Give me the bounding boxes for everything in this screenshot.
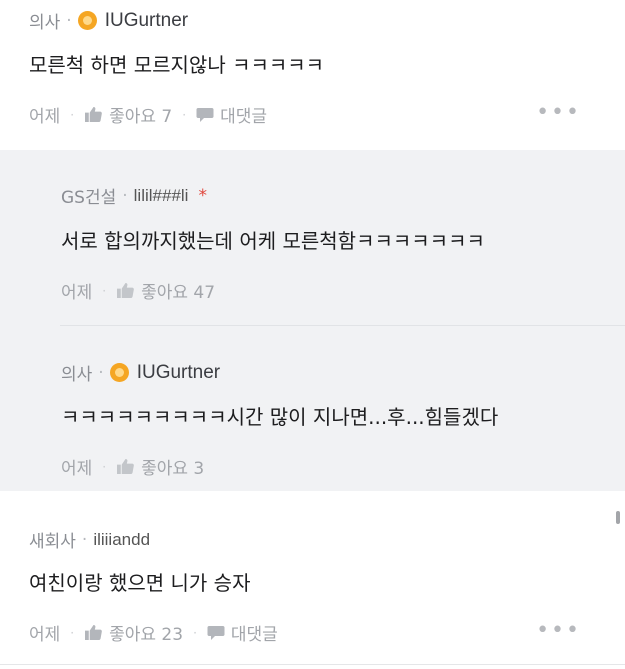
reply-time: 어제 (61, 283, 93, 303)
separator: · (98, 362, 104, 383)
like-count: 좋아요 3 (141, 459, 205, 479)
reply-actions: 어제 · 좋아요 3 (61, 454, 204, 479)
nickname[interactable]: IUGurtner (137, 362, 220, 384)
thumbs-up-icon (117, 282, 134, 299)
separator: · (102, 283, 107, 298)
company-name: 의사 (29, 13, 61, 33)
like-count: 좋아요 47 (141, 283, 216, 303)
company-name: GS건설 (61, 188, 117, 208)
reply-meta: 의사 · IUGurtner (61, 360, 220, 386)
like-button[interactable]: 좋아요 47 (116, 278, 215, 303)
separator: · (70, 107, 75, 122)
separator: · (70, 625, 75, 640)
thumbs-up-icon (85, 624, 102, 641)
separator: · (81, 529, 88, 550)
comment-time: 어제 (29, 107, 61, 127)
like-button[interactable]: 좋아요 7 (84, 102, 172, 127)
reply-actions: 어제 · 좋아요 47 (61, 278, 215, 303)
reply-button[interactable]: 대댓글 (196, 102, 267, 127)
nickname[interactable]: IUGurtner (105, 10, 188, 32)
comment-item: 새회사 · iliiiandd 여친이랑 했으면 니가 승자 어제 · 좋아요 … (0, 491, 625, 669)
like-count: 좋아요 7 (109, 107, 173, 127)
speech-bubble-icon (207, 625, 225, 640)
speech-bubble-icon (196, 107, 214, 122)
reply-label: 대댓글 (220, 107, 267, 127)
badge-icon (109, 363, 129, 382)
nickname[interactable]: lilil###li (134, 186, 189, 206)
reply-button[interactable]: 대댓글 (207, 620, 278, 645)
author-mark: * (198, 185, 207, 206)
comment-meta: 의사 · IUGurtner (29, 8, 188, 34)
scrollbar[interactable] (616, 511, 620, 524)
separator: · (122, 185, 128, 206)
comment-actions: 어제 · 좋아요 7 · 대댓글 (29, 102, 267, 127)
reply-text: ㅋㅋㅋㅋㅋㅋㅋㅋㅋ시간 많이 지나면...후...힘들겠다 (61, 405, 499, 429)
thumbs-up-icon (85, 106, 102, 123)
badge-icon (77, 11, 97, 30)
separator: · (102, 459, 107, 474)
like-button[interactable]: 좋아요 23 (84, 620, 183, 645)
reply-item: 의사 · IUGurtner ㅋㅋㅋㅋㅋㅋㅋㅋㅋ시간 많이 지나면...후...… (0, 325, 625, 491)
comment-meta: 새회사 · iliiiandd (29, 527, 150, 553)
company-name: 새회사 (29, 532, 76, 552)
separator: · (182, 107, 187, 122)
comment-text: 여친이랑 했으면 니가 승자 (29, 571, 251, 595)
thumbs-up-icon (117, 458, 134, 475)
more-options-icon[interactable]: ••• (536, 618, 581, 643)
comment-item: 의사 · IUGurtner 모른척 하면 모르지않나 ㅋㅋㅋㅋㅋ 어제 · 좋… (0, 0, 625, 150)
like-button[interactable]: 좋아요 3 (116, 454, 204, 479)
more-options-icon[interactable]: ••• (536, 100, 581, 125)
comment-text: 모른척 하면 모르지않나 ㅋㅋㅋㅋㅋ (29, 53, 325, 77)
reply-item: GS건설 · lilil###li * 서로 합의까지했는데 어케 모른척함ㅋㅋ… (0, 150, 625, 325)
reply-label: 대댓글 (230, 625, 278, 645)
separator: · (193, 625, 197, 640)
nickname[interactable]: iliiiandd (93, 530, 150, 550)
reply-time: 어제 (61, 459, 93, 479)
divider (0, 664, 625, 665)
comment-time: 어제 (29, 625, 61, 645)
comment-actions: 어제 · 좋아요 23 · 대댓글 (29, 620, 278, 645)
reply-meta: GS건설 · lilil###li * (61, 183, 207, 209)
like-count: 좋아요 23 (109, 625, 184, 645)
reply-thread: GS건설 · lilil###li * 서로 합의까지했는데 어케 모른척함ㅋㅋ… (0, 150, 625, 491)
company-name: 의사 (61, 365, 93, 385)
reply-text: 서로 합의까지했는데 어케 모른척함ㅋㅋㅋㅋㅋㅋㅋ (61, 229, 485, 253)
separator: · (66, 10, 72, 31)
